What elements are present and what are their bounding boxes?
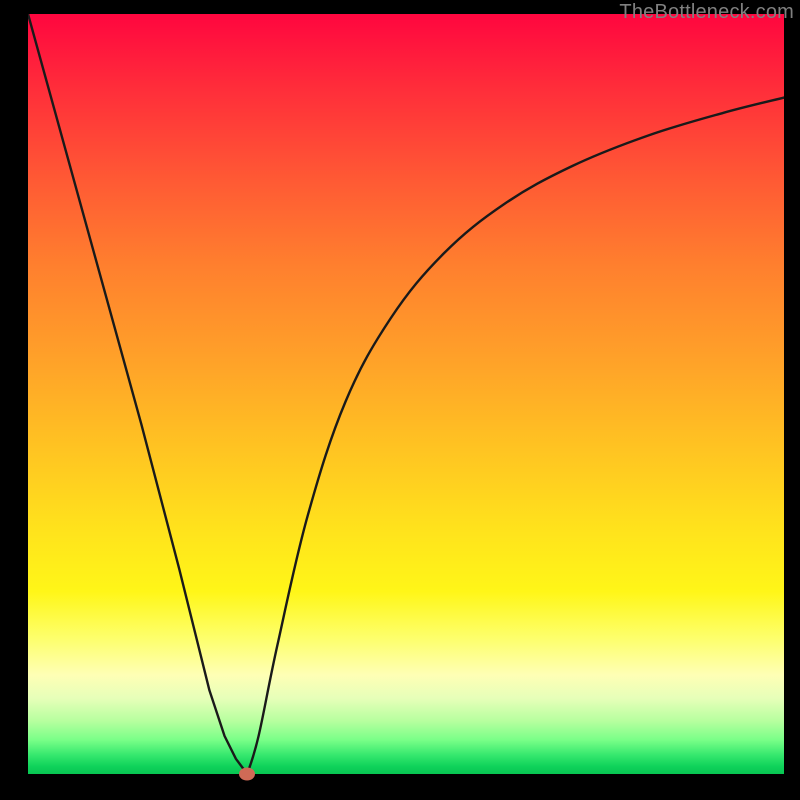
minimum-marker <box>239 768 255 781</box>
curve-right-branch <box>247 98 784 774</box>
curve-left-branch <box>28 14 247 774</box>
branding-text: TheBottleneck.com <box>619 1 794 24</box>
chart-frame: TheBottleneck.com <box>0 0 800 800</box>
plot-area <box>28 14 784 774</box>
bottleneck-curve <box>28 14 784 774</box>
